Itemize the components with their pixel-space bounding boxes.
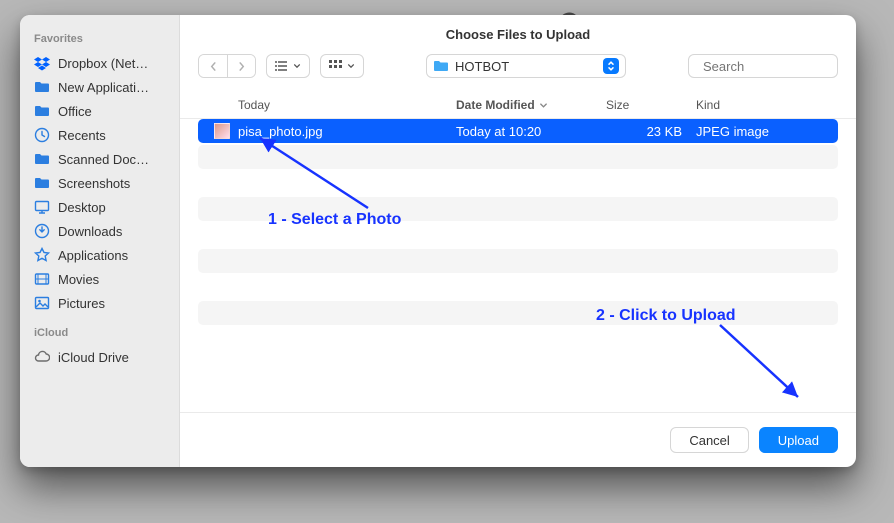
sidebar-item-label: Movies: [58, 272, 99, 287]
sidebar-item-label: Screenshots: [58, 176, 130, 191]
chevron-down-icon: [347, 62, 355, 70]
download-icon: [34, 223, 50, 239]
sidebar-item-label: iCloud Drive: [58, 350, 129, 365]
cancel-button[interactable]: Cancel: [670, 427, 748, 453]
folder-icon: [433, 58, 449, 74]
clock-icon: [34, 127, 50, 143]
file-kind: JPEG image: [696, 124, 838, 139]
dialog-footer: Cancel Upload: [180, 412, 856, 467]
sidebar-item-new-application[interactable]: New Applicati…: [20, 75, 179, 99]
applications-icon: [34, 247, 50, 263]
folder-icon: [34, 103, 50, 119]
nav-forward-button[interactable]: [227, 55, 255, 77]
sidebar-item-label: Downloads: [58, 224, 122, 239]
picture-icon: [34, 295, 50, 311]
view-list-menu[interactable]: [266, 54, 310, 78]
nav-back-button[interactable]: [199, 55, 227, 77]
view-grid-menu[interactable]: [320, 54, 364, 78]
grid-icon: [329, 60, 343, 72]
column-size[interactable]: Size: [606, 98, 696, 112]
main-panel: Choose Files to Upload HOTBOT: [180, 15, 856, 467]
sidebar-section-icloud: iCloud: [20, 327, 179, 345]
search-field[interactable]: [688, 54, 838, 78]
file-list: pisa_photo.jpg Today at 10:20 23 KB JPEG…: [180, 119, 856, 412]
dropbox-icon: [34, 55, 50, 71]
sidebar-item-dropbox[interactable]: Dropbox (Net…: [20, 51, 179, 75]
sidebar-item-pictures[interactable]: Pictures: [20, 291, 179, 315]
file-row-empty: [198, 275, 838, 299]
sidebar-item-label: Pictures: [58, 296, 105, 311]
file-row-empty: [198, 301, 838, 325]
toolbar: HOTBOT: [180, 48, 856, 92]
sidebar-item-applications[interactable]: Applications: [20, 243, 179, 267]
file-row-empty: [198, 327, 838, 351]
file-row-empty: [198, 145, 838, 169]
sidebar-item-label: Office: [58, 104, 92, 119]
folder-icon: [34, 151, 50, 167]
file-name: pisa_photo.jpg: [238, 124, 323, 139]
folder-icon: [34, 79, 50, 95]
file-row-empty: [198, 197, 838, 221]
list-icon: [275, 60, 289, 72]
chevron-down-icon: [293, 62, 301, 70]
sidebar-item-recents[interactable]: Recents: [20, 123, 179, 147]
sidebar-item-desktop[interactable]: Desktop: [20, 195, 179, 219]
folder-path-popup[interactable]: HOTBOT: [426, 54, 626, 78]
folder-path-label: HOTBOT: [455, 59, 509, 74]
column-date[interactable]: Date Modified: [456, 98, 606, 112]
file-row-empty: [198, 223, 838, 247]
sidebar: Favorites Dropbox (Net… New Applicati… O…: [20, 15, 180, 467]
list-header: Today Date Modified Size Kind: [180, 92, 856, 119]
dialog-title: Choose Files to Upload: [180, 15, 856, 48]
sidebar-item-screenshots[interactable]: Screenshots: [20, 171, 179, 195]
movie-icon: [34, 271, 50, 287]
file-size: 23 KB: [606, 124, 696, 139]
file-date: Today at 10:20: [456, 124, 606, 139]
sidebar-item-label: Dropbox (Net…: [58, 56, 148, 71]
sidebar-item-label: Scanned Doc…: [58, 152, 149, 167]
sidebar-item-movies[interactable]: Movies: [20, 267, 179, 291]
file-thumbnail-icon: [214, 123, 230, 139]
sidebar-item-scanned-docs[interactable]: Scanned Doc…: [20, 147, 179, 171]
cloud-icon: [34, 349, 50, 365]
sidebar-item-label: Desktop: [58, 200, 106, 215]
path-chevrons-icon: [603, 58, 619, 74]
sidebar-item-office[interactable]: Office: [20, 99, 179, 123]
column-name-hint: Today: [198, 98, 456, 112]
column-kind[interactable]: Kind: [696, 98, 838, 112]
sidebar-item-downloads[interactable]: Downloads: [20, 219, 179, 243]
file-row-empty: [198, 171, 838, 195]
sort-chevron-icon: [539, 101, 548, 110]
folder-icon: [34, 175, 50, 191]
file-open-dialog: Favorites Dropbox (Net… New Applicati… O…: [20, 15, 856, 467]
sidebar-item-label: Applications: [58, 248, 128, 263]
search-input[interactable]: [703, 59, 856, 74]
sidebar-item-icloud-drive[interactable]: iCloud Drive: [20, 345, 179, 369]
desktop-icon: [34, 199, 50, 215]
sidebar-item-label: New Applicati…: [58, 80, 149, 95]
file-row[interactable]: pisa_photo.jpg Today at 10:20 23 KB JPEG…: [198, 119, 838, 143]
sidebar-section-favorites: Favorites: [20, 33, 179, 51]
file-row-empty: [198, 249, 838, 273]
nav-back-forward: [198, 54, 256, 78]
sidebar-item-label: Recents: [58, 128, 106, 143]
upload-button[interactable]: Upload: [759, 427, 838, 453]
